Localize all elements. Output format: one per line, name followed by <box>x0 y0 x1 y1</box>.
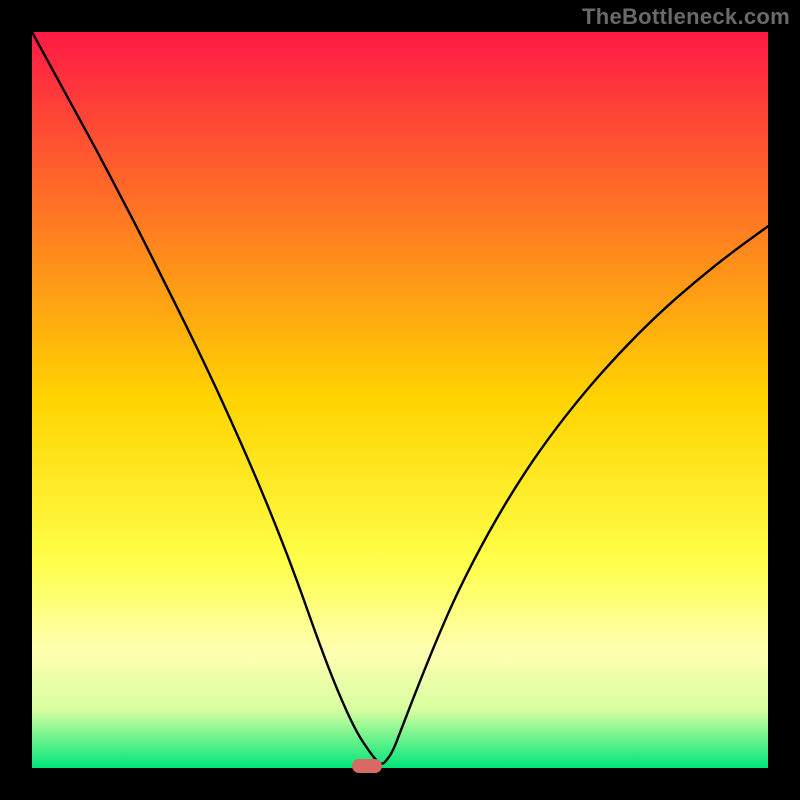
gradient-rect <box>32 32 768 768</box>
optimum-marker <box>352 759 382 773</box>
chart-frame: TheBottleneck.com <box>0 0 800 800</box>
watermark-text: TheBottleneck.com <box>582 4 790 30</box>
chart-svg <box>32 32 768 768</box>
plot-area <box>32 32 768 768</box>
